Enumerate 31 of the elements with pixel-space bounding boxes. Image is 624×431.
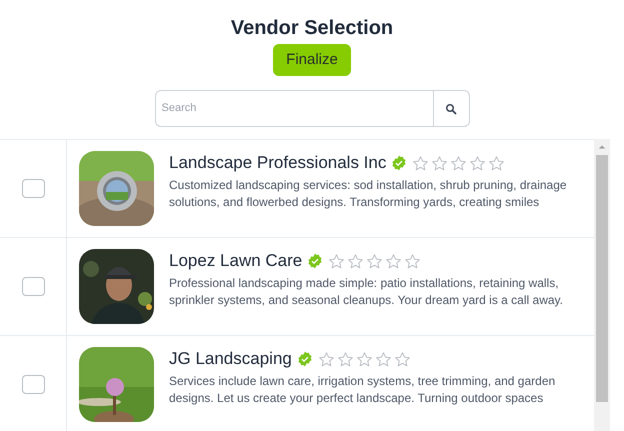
star-icon (374, 350, 392, 368)
star-icon (488, 154, 506, 172)
search-field[interactable]: Search (154, 90, 470, 127)
scrollbar[interactable] (594, 139, 610, 431)
star-icon (412, 154, 430, 172)
star-icon (328, 252, 346, 270)
star-icon (450, 154, 468, 172)
vendor-checkbox[interactable] (22, 277, 44, 296)
star-icon (469, 154, 486, 172)
search-input[interactable]: Search (156, 91, 432, 126)
vendor-name: Landscape Professionals Inc (169, 152, 386, 174)
star-icon (356, 350, 373, 368)
vendor-description: Professional landscaping made simple: patio installations, retaining walls, sprinkler systems, and seasonal cleanups. Your dream yard is a call away. (169, 275, 564, 309)
scroll-up-icon[interactable] (598, 143, 606, 151)
star-icon (385, 252, 402, 270)
star-icon (366, 252, 384, 270)
vendor-name: JG Landscaping (169, 348, 292, 370)
vendor-description: Customized landscaping services: sod installation, shrub pruning, drainage solutions, and flowerbed designs. Transforming yards, creating smiles (169, 177, 568, 211)
star-icon (336, 350, 354, 368)
star-icon (347, 252, 364, 270)
vendor-checkbox[interactable] (22, 375, 44, 394)
vendor-checkbox[interactable] (22, 179, 44, 198)
star-icon (404, 252, 422, 270)
vendor-description: Services include lawn care, irrigation systems, tree trimming, and garden designs. Let us create your perfect landscape. Turning outdoor spaces (169, 373, 556, 407)
finalize-button[interactable]: Finalize (273, 44, 351, 76)
search-icon[interactable] (445, 102, 457, 114)
star-icon (318, 350, 335, 368)
star-icon (394, 350, 411, 368)
vendor-name: Lopez Lawn Care (169, 250, 302, 272)
star-icon (431, 154, 448, 172)
page-title: Vendor Selection (230, 16, 394, 41)
